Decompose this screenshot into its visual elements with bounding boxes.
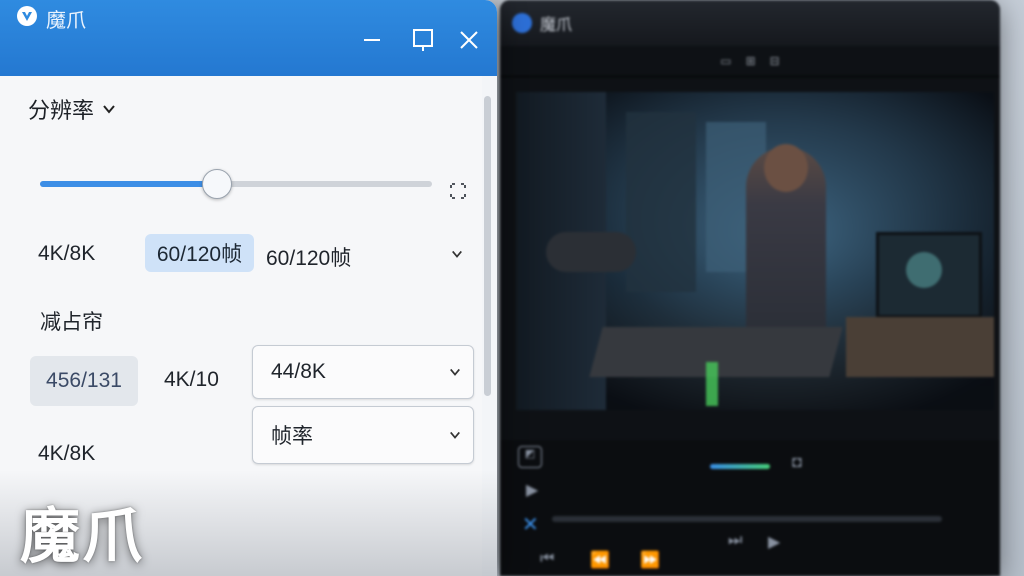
- close-button[interactable]: [451, 22, 487, 58]
- resolution-slider[interactable]: [40, 169, 432, 199]
- player-app-logo: [512, 13, 532, 33]
- scene-table: [846, 317, 994, 377]
- skip-start-icon[interactable]: ⏮: [540, 550, 554, 568]
- slider-fill: [40, 181, 217, 187]
- maximize-button[interactable]: [405, 22, 441, 58]
- scene-person-head: [764, 144, 808, 192]
- settings-window: 魔爪 分辨率 4K/8K 60/120帧 60/120帧 减占帘 456/131…: [0, 0, 497, 576]
- dropdown-frame-rate[interactable]: 帧率: [252, 406, 474, 464]
- player-toolbar-icon[interactable]: ⊞: [746, 54, 756, 68]
- settings-titlebar: 魔爪: [0, 0, 497, 76]
- player-controls: ◩ ◘ ▶ ✕ ⏮ ⏪ ⏩ ⏭ ▶: [500, 440, 1000, 576]
- chevron-down-icon: [450, 431, 460, 439]
- player-toolbar-icon[interactable]: ▭: [720, 54, 731, 68]
- skip-forward-icon[interactable]: ⏩: [640, 550, 660, 570]
- video-frame[interactable]: [516, 92, 994, 410]
- dropdown-44-8k[interactable]: 44/8K: [252, 345, 474, 399]
- maximize-icon: [413, 29, 433, 51]
- app-logo-icon: [17, 6, 37, 26]
- chevron-down-icon: [103, 105, 115, 114]
- chevron-down-icon[interactable]: [451, 248, 463, 260]
- scene-wall-panel: [626, 112, 696, 292]
- player-titlebar: 魔爪: [500, 0, 1000, 46]
- option-456-131-label: 456/131: [46, 369, 122, 392]
- close-icon: [460, 31, 478, 49]
- section2-header: 减占帘: [40, 311, 103, 334]
- brand-overlay-text: 魔爪: [20, 503, 144, 570]
- expand-icon[interactable]: [449, 182, 467, 200]
- scene-microphone: [546, 232, 636, 272]
- camera-icon[interactable]: ◘: [792, 454, 802, 472]
- slider-thumb[interactable]: [202, 169, 233, 199]
- resolution-section-header[interactable]: 分辨率: [28, 93, 116, 125]
- play-icon[interactable]: ▶: [526, 480, 538, 500]
- resolution-label: 分辨率: [28, 98, 95, 123]
- option-4k10[interactable]: 4K/10: [164, 368, 219, 392]
- app-title: 魔爪: [46, 10, 86, 32]
- option-60-120-selected[interactable]: 60/120帧: [145, 234, 254, 272]
- option-60-120[interactable]: 60/120帧: [266, 242, 351, 272]
- skip-back-icon[interactable]: ⏪: [590, 550, 610, 570]
- seek-bar[interactable]: [552, 516, 942, 522]
- player-title: 魔爪: [540, 17, 573, 34]
- option-4k8k[interactable]: 4K/8K: [38, 242, 95, 266]
- video-player-window: 魔爪 ▭ ⊞ ⊟ ◩ ◘ ▶ ✕ ⏮ ⏪ ⏩ ⏭ ▶: [500, 0, 1000, 576]
- play-small-icon[interactable]: ▶: [768, 532, 780, 552]
- next-icon[interactable]: ⏭: [728, 532, 742, 550]
- chevron-down-icon: [450, 368, 460, 376]
- volume-level-bar[interactable]: [710, 464, 770, 469]
- selected-option-label: 60/120帧: [156, 243, 243, 266]
- option-456-131[interactable]: 456/131: [30, 356, 138, 406]
- option-4k8k-2[interactable]: 4K/8K: [38, 442, 95, 466]
- dropdown-44-8k-value: 44/8K: [271, 360, 326, 383]
- minimize-button[interactable]: [354, 22, 390, 58]
- dropdown-frame-rate-value: 帧率: [271, 425, 313, 448]
- minimize-icon: [364, 39, 380, 41]
- player-toolbar-icon[interactable]: ⊟: [770, 54, 780, 68]
- close-icon[interactable]: ✕: [522, 512, 539, 537]
- scene-green-light: [706, 362, 718, 406]
- scrollbar[interactable]: [484, 96, 491, 396]
- pip-icon[interactable]: ◩: [518, 446, 542, 468]
- scene-monitor-glow: [906, 252, 942, 288]
- player-toolbar: ▭ ⊞ ⊟: [500, 46, 1000, 77]
